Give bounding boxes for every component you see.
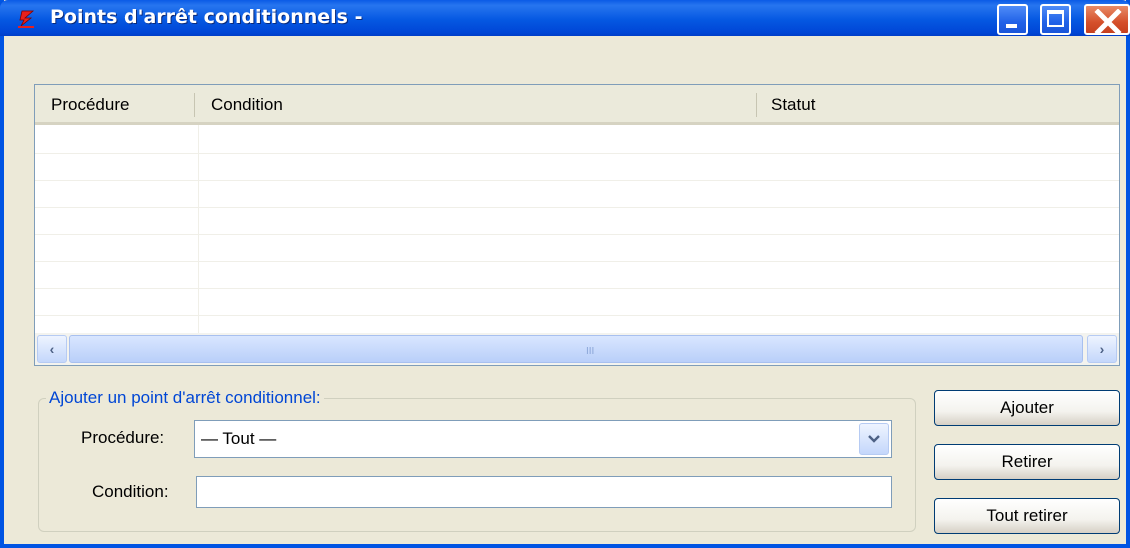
close-icon bbox=[1094, 9, 1122, 35]
add-button[interactable]: Ajouter bbox=[934, 390, 1120, 426]
condition-input[interactable] bbox=[196, 476, 892, 508]
remove-all-button[interactable]: Tout retirer bbox=[934, 498, 1120, 534]
window-title: Points d'arrêt conditionnels - bbox=[50, 6, 363, 28]
app-icon bbox=[16, 7, 38, 29]
grid-line bbox=[198, 125, 199, 333]
scroll-left-button[interactable]: ‹ bbox=[37, 335, 67, 363]
chevron-left-icon: ‹ bbox=[49, 341, 55, 357]
add-breakpoint-group bbox=[38, 398, 916, 532]
condition-label: Condition: bbox=[92, 482, 169, 501]
breakpoints-list[interactable]: Procédure Condition Statut ‹ III › bbox=[34, 84, 1120, 366]
column-divider[interactable] bbox=[756, 93, 757, 117]
chevron-right-icon: › bbox=[1099, 341, 1105, 357]
column-header-status[interactable]: Statut bbox=[771, 95, 815, 115]
maximize-icon bbox=[1047, 10, 1064, 27]
scroll-right-button[interactable]: › bbox=[1087, 335, 1117, 363]
column-header-condition[interactable]: Condition bbox=[211, 95, 283, 115]
title-bar[interactable]: Points d'arrêt conditionnels - bbox=[0, 0, 1130, 36]
list-header: Procédure Condition Statut bbox=[35, 85, 1119, 125]
procedure-dropdown-button[interactable] bbox=[859, 423, 889, 455]
procedure-select[interactable]: — Tout — bbox=[194, 420, 892, 458]
procedure-label: Procédure: bbox=[81, 428, 165, 447]
minimize-icon bbox=[1006, 24, 1017, 28]
maximize-button[interactable] bbox=[1040, 4, 1071, 35]
remove-button[interactable]: Retirer bbox=[934, 444, 1120, 480]
minimize-button[interactable] bbox=[997, 4, 1028, 35]
procedure-select-value: — Tout — bbox=[201, 429, 277, 448]
scrollbar-grip: III bbox=[586, 346, 595, 357]
scrollbar-thumb[interactable]: III bbox=[69, 335, 1083, 363]
column-divider[interactable] bbox=[194, 93, 195, 117]
close-button[interactable] bbox=[1084, 4, 1130, 35]
group-label: Ajouter un point d'arrêt conditionnel: bbox=[46, 388, 324, 408]
column-header-procedure[interactable]: Procédure bbox=[51, 95, 129, 115]
conditional-breakpoints-window: Points d'arrêt conditionnels - Procédure… bbox=[0, 0, 1130, 548]
horizontal-scrollbar[interactable]: ‹ III › bbox=[35, 333, 1119, 365]
chevron-down-icon bbox=[868, 435, 880, 443]
